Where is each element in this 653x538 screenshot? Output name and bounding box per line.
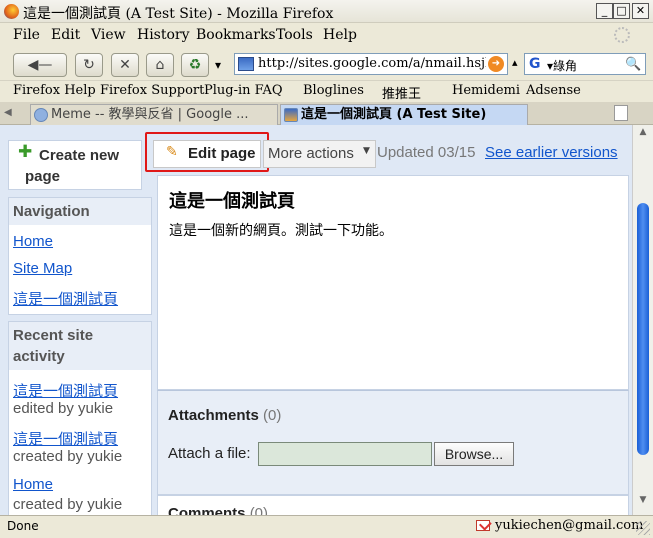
stop-button[interactable]: ✕ (111, 53, 139, 77)
url-history-dropdown-icon[interactable]: ▴ (512, 56, 518, 69)
bookmarks-toolbar: Firefox Help Firefox Support Plug-in FAQ… (0, 81, 653, 102)
attachments-section: Attachments (0) Attach a file: Browse... (157, 390, 629, 495)
earlier-versions-link[interactable]: See earlier versions (485, 144, 618, 161)
comments-title: Comments (168, 505, 246, 515)
menu-tools[interactable]: Tools (276, 27, 313, 43)
recent-meta-3: created by yukie (13, 496, 123, 513)
back-button[interactable]: ◀— (13, 53, 67, 77)
new-tab-icon[interactable] (614, 105, 628, 121)
tab-label: 這是一個測試頁 (A Test Site) (301, 107, 487, 122)
navigation-toolbar: ◀— ↻ ✕ ⌂ ♻ ▾ http://sites.google.com/a/n… (0, 47, 653, 81)
sites-favicon-icon (284, 108, 298, 122)
attach-file-label: Attach a file: (168, 445, 251, 462)
highlight-box (145, 132, 269, 172)
comments-count: (0) (249, 505, 269, 515)
page-body: 這是一個測試頁 這是一個新的網頁。測試一下功能。 (157, 175, 629, 390)
recent-link-3[interactable]: Home (13, 476, 53, 493)
reload-button[interactable]: ↻ (75, 53, 103, 77)
create-new-page-label: Create new page (25, 147, 120, 185)
status-bar: Done yukiechen@gmail.com (0, 515, 653, 538)
close-window-button[interactable]: ✕ (632, 3, 649, 19)
toolbar-dropdown-icon[interactable]: ▾ (215, 58, 221, 72)
bookmark-firefox-help[interactable]: Firefox Help (13, 83, 96, 98)
menu-history[interactable]: History (137, 27, 190, 43)
firefox-logo-icon (4, 4, 19, 19)
updated-date: Updated 03/15 (377, 144, 476, 161)
recent-meta-2: created by yukie (13, 448, 123, 465)
resize-grip-icon[interactable] (636, 521, 650, 535)
status-email[interactable]: yukiechen@gmail.com (495, 518, 643, 533)
url-input[interactable]: http://sites.google.com/a/nmail.hsjh.tc.… (258, 56, 486, 71)
menu-edit[interactable]: Edit (51, 27, 80, 43)
menu-bookmarks[interactable]: Bookmarks (196, 27, 276, 43)
window-title: 這是一個測試頁 (A Test Site) - Mozilla Firefox (23, 6, 334, 22)
menu-bar: File Edit View History Bookmarks Tools H… (0, 23, 653, 47)
scrollbar-thumb[interactable] (637, 203, 649, 455)
gmail-icon[interactable] (476, 520, 490, 531)
tab-scroll-left-icon[interactable]: ◀ (4, 107, 26, 121)
recent-link-2[interactable]: 這是一個測試頁 (13, 428, 118, 449)
attachments-count: (0) (263, 407, 282, 424)
page-text: 這是一個新的網頁。測試一下功能。 (169, 223, 393, 239)
navigation-heading: Navigation (9, 198, 151, 225)
search-bar[interactable]: G ▾綠角 🔍 (524, 53, 646, 75)
more-actions-button[interactable]: More actions ▼ (263, 140, 376, 168)
bookmark-adsense[interactable]: Adsense (526, 83, 581, 98)
comments-heading: Comments (0) (168, 505, 268, 515)
recent-activity-heading: Recent site activity (9, 322, 151, 370)
site-favicon-icon (238, 57, 254, 71)
attachments-heading: Attachments (0) (168, 407, 281, 424)
bookmark-hemidemi[interactable]: Hemidemi (452, 83, 520, 98)
attachments-title: Attachments (168, 407, 259, 424)
tab-label: Meme -- 教學與反省 | Google ... (51, 107, 249, 122)
home-button[interactable]: ⌂ (146, 53, 174, 77)
vertical-scrollbar[interactable]: ▲ ▼ (632, 125, 653, 515)
search-icon[interactable]: 🔍 (625, 57, 641, 72)
menu-view[interactable]: View (91, 27, 126, 43)
scroll-down-icon[interactable]: ▼ (636, 495, 650, 509)
bookmark-firefox-support[interactable]: Firefox Support (100, 83, 204, 98)
browse-button[interactable]: Browse... (434, 442, 514, 466)
navigation-box: Navigation Home Site Map 這是一個測試頁 (8, 197, 152, 315)
activity-throbber-icon (614, 27, 630, 43)
maximize-button[interactable]: □ (613, 3, 630, 19)
comments-section: Comments (0) (157, 495, 629, 515)
nav-link-test-page[interactable]: 這是一個測試頁 (13, 288, 118, 309)
window-title-bar: 這是一個測試頁 (A Test Site) - Mozilla Firefox … (0, 0, 653, 23)
search-input[interactable]: ▾綠角 (547, 57, 577, 74)
search-engine-icon[interactable]: G (529, 56, 541, 72)
menu-help[interactable]: Help (323, 27, 357, 43)
create-new-page-button[interactable]: ✚ Create new page (8, 140, 142, 190)
tab-test-site[interactable]: 這是一個測試頁 (A Test Site) (280, 104, 528, 125)
bookmark-plugin-faq[interactable]: Plug-in FAQ (204, 83, 283, 98)
tab-meme[interactable]: Meme -- 教學與反省 | Google ... (30, 104, 278, 125)
go-button[interactable]: ➜ (488, 56, 504, 72)
bookmark-bloglines[interactable]: Bloglines (303, 83, 364, 98)
scroll-up-icon[interactable]: ▲ (636, 127, 650, 141)
menu-file[interactable]: File (13, 27, 40, 43)
nav-link-site-map[interactable]: Site Map (13, 260, 72, 277)
recent-link-1[interactable]: 這是一個測試頁 (13, 380, 118, 401)
page-viewport: ✚ Create new page Navigation Home Site M… (0, 125, 632, 515)
minimize-button[interactable]: _ (596, 3, 613, 19)
attach-file-input[interactable] (258, 442, 432, 466)
page-title: 這是一個測試頁 (169, 191, 295, 212)
recent-meta-1: edited by yukie (13, 400, 114, 417)
bookmark-tuituiwang[interactable]: 推推王 (382, 83, 421, 102)
more-actions-label: More actions (268, 145, 354, 162)
status-text: Done (7, 519, 39, 533)
recent-activity-box: Recent site activity 這是一個測試頁 edited by y… (8, 321, 152, 515)
url-bar[interactable]: http://sites.google.com/a/nmail.hsjh.tc.… (234, 53, 508, 75)
chevron-down-icon: ▼ (363, 146, 370, 156)
nav-link-home[interactable]: Home (13, 233, 53, 250)
globe-icon (34, 108, 48, 122)
tab-strip: ◀ Meme -- 教學與反省 | Google ... 這是一個測試頁 (A … (0, 102, 653, 125)
restore-button[interactable]: ♻ (181, 53, 209, 77)
